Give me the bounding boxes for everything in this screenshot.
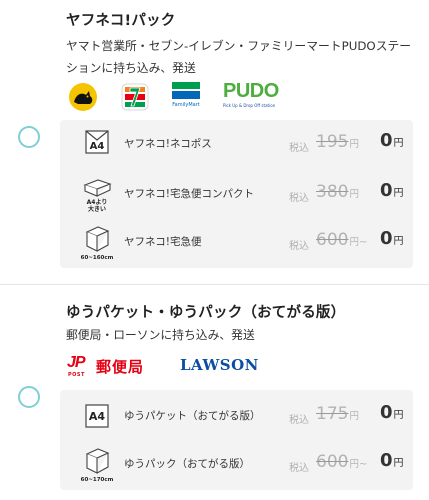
original-price: 600円~	[316, 452, 367, 472]
yen-unit: 円	[349, 411, 359, 422]
cardboard-box-icon: 60~170cm	[80, 440, 114, 488]
price-row-nekopos: A4 ヤフネコ!ネコポス 税込 195円 0円	[60, 120, 413, 168]
yubin-option-radio[interactable]	[18, 386, 40, 408]
original-price: 175円	[316, 404, 359, 424]
yubin-price-list: A4 ゆうパケット（おてがる版） 税込 175円 0円 60~170cm ゆうパ…	[60, 390, 413, 490]
carrier-logos: JP POST 郵便局 LAWSON	[66, 354, 286, 378]
pudo-subtext: Pick Up & Drop Off station	[223, 103, 276, 108]
section-divider	[0, 284, 429, 285]
icon-caption: 60~160cm	[80, 255, 114, 261]
yamato-logo-icon	[69, 83, 97, 111]
original-price-value: 175	[316, 404, 349, 424]
tilde-mark: ~	[358, 237, 368, 248]
original-price: 600円~	[316, 230, 367, 250]
service-name: ヤフネコ!宅急便	[124, 236, 202, 248]
pudo-text: PUDO	[223, 80, 279, 102]
section-description: 郵便局・ローソンに持ち込み、発送	[66, 328, 255, 342]
section-title: ゆうパケット・ゆうパック（おてがる版）	[66, 305, 346, 321]
discounted-price: 0円	[380, 402, 404, 423]
price-row-yu-pack: 60~170cm ゆうパック（おてがる版） 税込 600円~ 0円	[60, 440, 413, 488]
pudo-logo: PUDO Pick Up & Drop Off station	[223, 80, 283, 112]
yen-unit: 円	[349, 139, 359, 150]
icon-size-label: A4	[89, 141, 105, 152]
lawson-logo: LAWSON	[180, 356, 259, 374]
yen-unit: 円	[349, 237, 359, 248]
original-price-value: 600	[316, 452, 349, 472]
service-name: ヤフネコ!宅急便コンパクト	[124, 188, 254, 200]
cardboard-box-icon: 60~160cm	[80, 218, 114, 266]
yen-unit: 円	[393, 458, 404, 469]
compact-box-icon: A4より 大きい	[80, 170, 114, 218]
discounted-price-value: 0	[380, 228, 393, 249]
discounted-price: 0円	[380, 228, 404, 249]
service-name: ヤフネコ!ネコポス	[124, 138, 212, 150]
tilde-mark: ~	[358, 459, 368, 470]
seven-eleven-logo-icon	[121, 83, 149, 111]
discounted-price-value: 0	[380, 402, 393, 423]
tax-label: 税込	[289, 143, 309, 154]
envelope-a4-icon: A4	[80, 120, 114, 168]
carrier-logos: FamilyMart PUDO Pick Up & Drop Off stati…	[66, 80, 286, 112]
original-price: 195円	[316, 132, 359, 152]
original-price-value: 600	[316, 230, 349, 250]
icon-caption: 60~170cm	[80, 477, 114, 483]
yubinkyoku-text: 郵便局	[96, 358, 145, 376]
tax-label: 税込	[289, 463, 309, 474]
envelope-a4-icon: A4	[80, 392, 114, 440]
discounted-price: 0円	[380, 450, 404, 471]
familymart-text: FamilyMart	[172, 102, 200, 108]
price-row-takkyubin: 60~160cm ヤフネコ!宅急便 税込 600円~ 0円	[60, 218, 413, 266]
yamato-price-list: A4 ヤフネコ!ネコポス 税込 195円 0円 A4より 大きい ヤフネコ!宅急…	[60, 120, 413, 268]
section-description: ヤマト営業所・セブン-イレブン・ファミリーマートPUDOステーションに持ち込み、…	[66, 39, 412, 75]
yen-unit: 円	[393, 188, 404, 199]
discounted-price-value: 0	[380, 180, 393, 201]
yen-unit: 円	[349, 189, 359, 200]
yamato-option-radio[interactable]	[18, 126, 40, 148]
familymart-stripe-icon	[172, 91, 200, 99]
service-name: ゆうパック（おてがる版）	[124, 458, 250, 470]
yamato-shipping-section: ヤフネコ!パック ヤマト営業所・セブン-イレブン・ファミリーマートPUDOステー…	[0, 0, 429, 285]
discounted-price: 0円	[380, 180, 404, 201]
discounted-price-value: 0	[380, 130, 393, 151]
yen-unit: 円	[349, 459, 359, 470]
yen-unit: 円	[393, 138, 404, 149]
original-price-value: 380	[316, 182, 349, 202]
price-row-yu-packet: A4 ゆうパケット（おてがる版） 税込 175円 0円	[60, 392, 413, 440]
discounted-price: 0円	[380, 130, 404, 151]
tax-label: 税込	[289, 415, 309, 426]
tax-label: 税込	[289, 241, 309, 252]
icon-caption: A4より 大きい	[86, 199, 108, 213]
original-price-value: 195	[316, 132, 349, 152]
jp-text: JP	[67, 354, 86, 371]
japan-post-logo: JP POST	[66, 354, 98, 378]
yubin-shipping-section: ゆうパケット・ゆうパック（おてがる版） 郵便局・ローソンに持ち込み、発送 JP …	[0, 286, 429, 500]
icon-size-label: A4	[88, 410, 106, 423]
original-price: 380円	[316, 182, 359, 202]
yen-unit: 円	[393, 410, 404, 421]
service-name: ゆうパケット（おてがる版）	[124, 410, 261, 422]
section-title: ヤフネコ!パック	[66, 13, 176, 29]
tax-label: 税込	[289, 193, 309, 204]
familymart-stripe-icon	[172, 82, 200, 89]
post-text: POST	[68, 372, 85, 378]
yen-unit: 円	[393, 236, 404, 247]
price-row-compact: A4より 大きい ヤフネコ!宅急便コンパクト 税込 380円 0円	[60, 170, 413, 218]
discounted-price-value: 0	[380, 450, 393, 471]
familymart-logo: FamilyMart	[168, 82, 204, 112]
